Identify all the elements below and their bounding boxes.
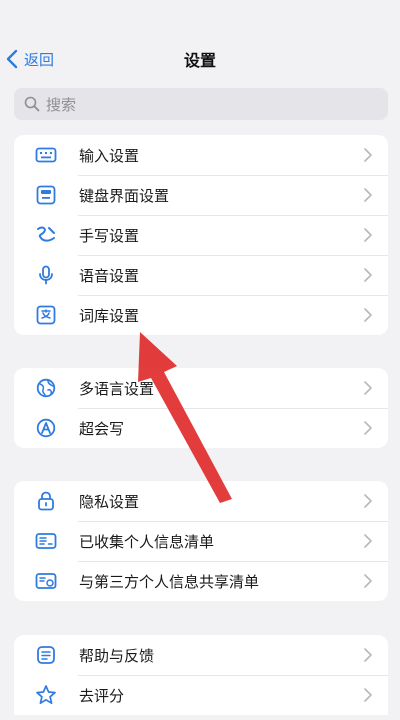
chevron-right-icon <box>364 421 372 435</box>
search-icon <box>24 96 40 112</box>
id-card-icon <box>35 530 57 552</box>
keyboard-layout-icon <box>35 184 57 206</box>
write-assistant-icon <box>35 417 57 439</box>
row-label: 隐私设置 <box>79 492 140 511</box>
share-card-icon <box>35 570 57 592</box>
chevron-right-icon <box>364 688 372 702</box>
row-label: 多语言设置 <box>79 379 155 398</box>
row-rate-app[interactable]: 去评分 <box>14 675 388 715</box>
dictionary-icon <box>35 304 57 326</box>
row-privacy-settings[interactable]: 隐私设置 <box>14 481 388 521</box>
row-label: 已收集个人信息清单 <box>79 532 215 551</box>
chevron-right-icon <box>364 268 372 282</box>
lock-icon <box>35 490 57 512</box>
chevron-right-icon <box>364 188 372 202</box>
settings-group-help: 帮助与反馈 去评分 <box>14 635 388 715</box>
row-label: 键盘界面设置 <box>79 186 170 205</box>
row-collected-info-list[interactable]: 已收集个人信息清单 <box>14 521 388 561</box>
settings-group-language: 多语言设置 超会写 <box>14 368 388 448</box>
chevron-right-icon <box>364 494 372 508</box>
globe-icon <box>35 377 57 399</box>
page-title: 设置 <box>183 51 216 70</box>
chevron-right-icon <box>364 534 372 548</box>
settings-group-input: 输入设置 键盘界面设置 手写设置 语音设置 词库设置 <box>14 135 388 335</box>
chevron-right-icon <box>364 148 372 162</box>
chevron-right-icon <box>364 574 372 588</box>
star-icon <box>35 684 57 706</box>
row-multilanguage-settings[interactable]: 多语言设置 <box>14 368 388 408</box>
search-placeholder: 搜索 <box>46 95 77 114</box>
keyboard-icon <box>35 144 57 166</box>
handwriting-icon <box>35 224 57 246</box>
row-keyboard-ui-settings[interactable]: 键盘界面设置 <box>14 175 388 215</box>
row-label: 帮助与反馈 <box>79 646 155 665</box>
row-label: 语音设置 <box>79 266 140 285</box>
search-input[interactable]: 搜索 <box>14 88 388 120</box>
chevron-right-icon <box>364 648 372 662</box>
chevron-right-icon <box>364 228 372 242</box>
row-label: 词库设置 <box>79 306 140 325</box>
row-handwriting-settings[interactable]: 手写设置 <box>14 215 388 255</box>
settings-group-privacy: 隐私设置 已收集个人信息清单 与第三方个人信息共享清单 <box>14 481 388 601</box>
microphone-icon <box>35 264 57 286</box>
row-voice-settings[interactable]: 语音设置 <box>14 255 388 295</box>
chevron-right-icon <box>364 381 372 395</box>
row-super-write[interactable]: 超会写 <box>14 408 388 448</box>
row-label: 去评分 <box>79 686 125 705</box>
row-label: 超会写 <box>79 419 125 438</box>
chevron-right-icon <box>364 308 372 322</box>
row-third-party-sharing-list[interactable]: 与第三方个人信息共享清单 <box>14 561 388 601</box>
row-help-feedback[interactable]: 帮助与反馈 <box>14 635 388 675</box>
row-input-settings[interactable]: 输入设置 <box>14 135 388 175</box>
row-label: 输入设置 <box>79 146 140 165</box>
row-label: 手写设置 <box>79 226 140 245</box>
feedback-icon <box>35 644 57 666</box>
navigation-bar: 返回 设置 <box>0 0 400 80</box>
row-dictionary-settings[interactable]: 词库设置 <box>14 295 388 335</box>
row-label: 与第三方个人信息共享清单 <box>79 572 260 591</box>
